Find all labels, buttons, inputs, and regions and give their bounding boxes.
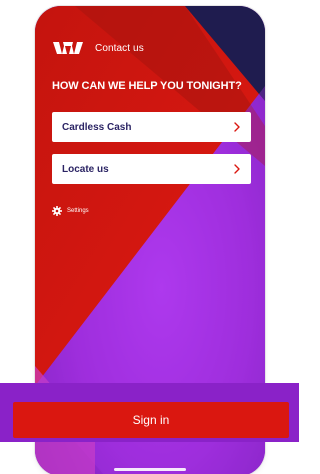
home-indicator bbox=[114, 468, 186, 471]
header: Contact us bbox=[53, 40, 144, 56]
cardless-cash-label: Cardless Cash bbox=[62, 121, 132, 133]
westpac-logo-icon bbox=[53, 42, 83, 54]
settings-label: Settings bbox=[67, 208, 89, 214]
screen: Contact us HOW CAN WE HELP YOU TONIGHT? … bbox=[0, 0, 299, 474]
page-title: HOW CAN WE HELP YOU TONIGHT? bbox=[52, 80, 242, 92]
contact-us-link[interactable]: Contact us bbox=[95, 43, 144, 54]
locate-us-label: Locate us bbox=[62, 163, 109, 175]
cardless-cash-button[interactable]: Cardless Cash bbox=[52, 112, 251, 142]
chevron-right-icon bbox=[234, 122, 240, 132]
chevron-right-icon bbox=[234, 164, 240, 174]
settings-link[interactable]: Settings bbox=[52, 206, 89, 216]
locate-us-button[interactable]: Locate us bbox=[52, 154, 251, 184]
gear-icon bbox=[52, 206, 62, 216]
sign-in-button[interactable]: Sign in bbox=[13, 402, 289, 438]
